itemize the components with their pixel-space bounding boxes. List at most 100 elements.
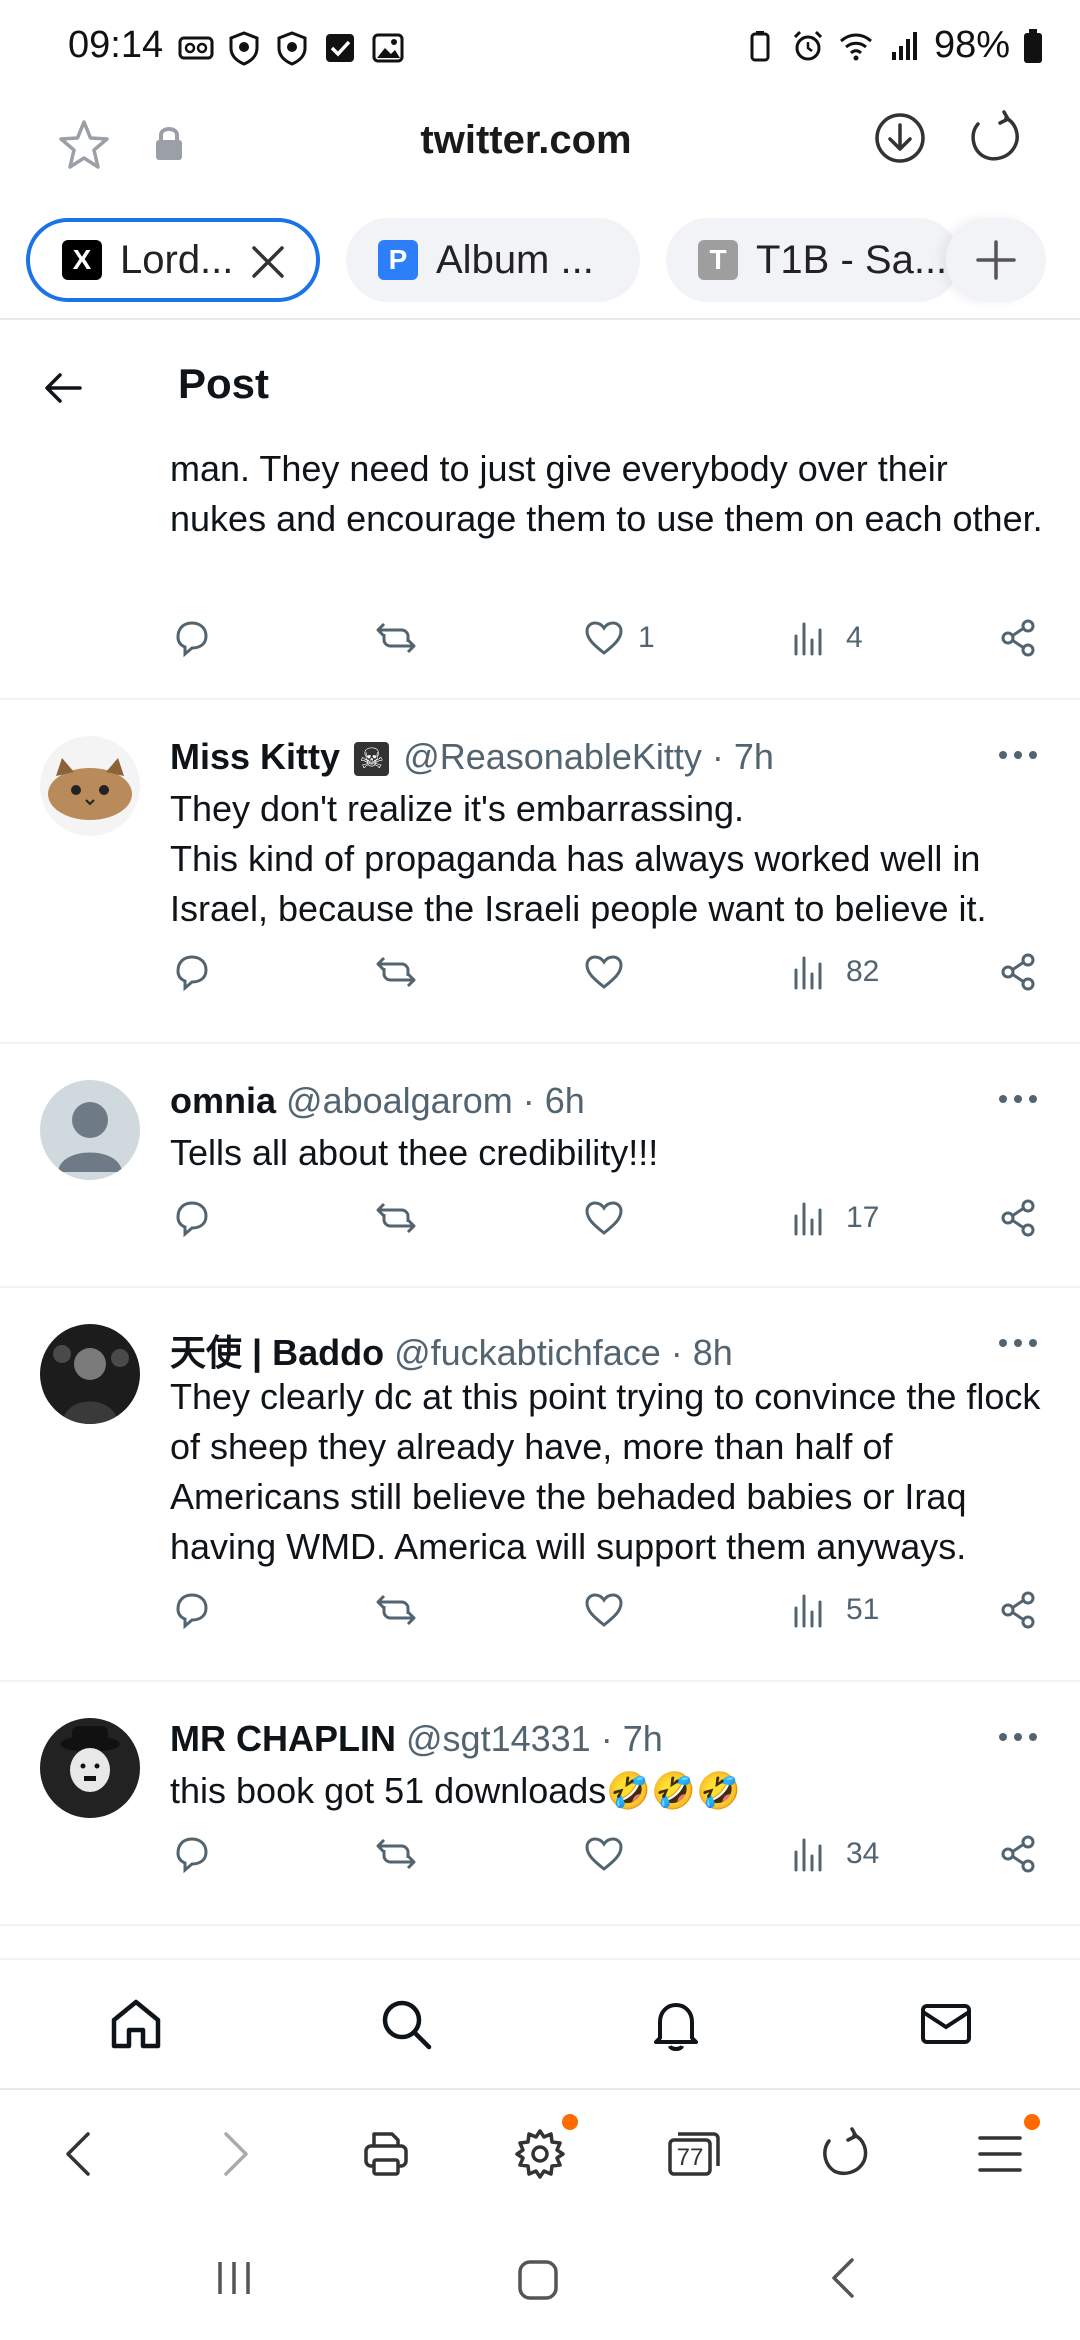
- like-button[interactable]: [582, 1196, 626, 1240]
- like-button[interactable]: 1: [582, 616, 655, 660]
- cat-avatar-icon: [48, 758, 132, 820]
- print-icon[interactable]: [358, 2126, 414, 2182]
- views-icon: [794, 1594, 822, 1628]
- tab-label: T1B - Sa...: [756, 237, 948, 282]
- author-handle[interactable]: @fuckabtichface: [394, 1332, 661, 1373]
- more-options-icon[interactable]: [998, 750, 1038, 760]
- tweet-header: omnia @aboalgarom · 6h: [170, 1080, 585, 1122]
- tab-t1b[interactable]: T T1B - Sa...: [666, 218, 960, 302]
- tab-album[interactable]: P Album ...: [346, 218, 640, 302]
- reload-icon[interactable]: [966, 108, 1026, 168]
- chaplin-avatar-icon: [40, 1718, 140, 1818]
- author-name[interactable]: 天使 | Baddo: [170, 1332, 384, 1373]
- tweet-time: · 7h: [711, 736, 774, 777]
- like-button[interactable]: [582, 1832, 626, 1876]
- avatar[interactable]: [40, 1718, 140, 1818]
- tweet-time: · 8h: [670, 1332, 733, 1373]
- tab-favicon: T: [698, 240, 738, 280]
- reply-icon: [176, 621, 208, 658]
- back-chevron-icon[interactable]: [52, 2126, 108, 2182]
- views-button[interactable]: 4: [790, 616, 863, 660]
- retweet-icon: [376, 956, 416, 988]
- home-icon[interactable]: [106, 1994, 166, 2054]
- author-handle[interactable]: @aboalgarom: [286, 1080, 513, 1121]
- views-count: 4: [846, 621, 863, 654]
- tab-switcher-button[interactable]: 77: [664, 2126, 724, 2182]
- image-icon: [372, 33, 404, 63]
- share-button[interactable]: [996, 616, 1040, 660]
- retweet-button[interactable]: [374, 1196, 418, 1240]
- share-icon: [1001, 1835, 1035, 1873]
- reload-icon[interactable]: [818, 2126, 874, 2182]
- tweet-text: Tells all about thee credibility!!!: [170, 1132, 659, 1173]
- author-handle[interactable]: @sgt14331: [406, 1718, 591, 1759]
- post-header: Post: [0, 320, 1080, 448]
- retweet-icon: [376, 622, 416, 654]
- share-button[interactable]: [996, 1588, 1040, 1632]
- tweet-text-line: This kind of propaganda has always worke…: [170, 838, 987, 929]
- recent-apps-icon[interactable]: [212, 2256, 256, 2300]
- views-count: 82: [846, 955, 880, 988]
- list-item[interactable]: MR CHAPLIN @sgt14331 · 7h this book got …: [0, 1682, 1080, 1926]
- download-icon[interactable]: [870, 108, 930, 168]
- list-item[interactable]: omnia @aboalgarom · 6h Tells all about t…: [0, 1044, 1080, 1288]
- views-button[interactable]: 51: [790, 1588, 879, 1632]
- tweet-text: man. They need to just give everybody ov…: [170, 448, 1043, 539]
- share-button[interactable]: [996, 950, 1040, 994]
- retweet-button[interactable]: [374, 616, 418, 660]
- like-button[interactable]: [582, 1588, 626, 1632]
- new-tab-button[interactable]: [946, 218, 1046, 302]
- notifications-bell-icon[interactable]: [646, 1994, 706, 2054]
- back-button-icon[interactable]: [822, 2256, 866, 2300]
- android-nav-bar: [0, 2216, 1080, 2340]
- views-icon: [794, 1202, 822, 1236]
- reply-button[interactable]: [170, 1196, 214, 1240]
- forward-chevron-icon[interactable]: [206, 2126, 262, 2182]
- more-options-icon[interactable]: [998, 1094, 1038, 1104]
- reply-button[interactable]: [170, 1588, 214, 1632]
- tweet-actions: 34: [170, 1832, 1050, 1892]
- tab-lord[interactable]: X Lord...: [26, 218, 320, 302]
- share-button[interactable]: [996, 1832, 1040, 1876]
- more-options-icon[interactable]: [998, 1338, 1038, 1348]
- home-button-icon[interactable]: [514, 2256, 562, 2304]
- close-icon[interactable]: [248, 242, 288, 282]
- more-options-icon[interactable]: [998, 1732, 1038, 1742]
- list-item[interactable]: 天使 | Baddo @fuckabtichface · 8h They cle…: [0, 1288, 1080, 1682]
- views-icon: [794, 956, 822, 990]
- avatar[interactable]: [40, 736, 140, 836]
- back-arrow-icon[interactable]: [40, 364, 88, 412]
- reply-button[interactable]: [170, 616, 214, 660]
- wifi-icon: [839, 33, 872, 60]
- search-icon[interactable]: [376, 1994, 436, 2054]
- photo-avatar-icon: [53, 1345, 129, 1424]
- avatar[interactable]: [40, 1324, 140, 1424]
- author-handle[interactable]: @ReasonableKitty: [403, 736, 702, 777]
- messages-envelope-icon[interactable]: [916, 1994, 976, 2054]
- author-name[interactable]: Miss Kitty: [170, 736, 340, 777]
- like-button[interactable]: [582, 950, 626, 994]
- views-button[interactable]: 82: [790, 950, 879, 994]
- list-item[interactable]: Miss Kitty ☠ @ReasonableKitty · 7h They …: [0, 700, 1080, 1044]
- views-count: 51: [846, 1593, 880, 1626]
- reply-button[interactable]: [170, 1832, 214, 1876]
- views-count: 34: [846, 1837, 880, 1870]
- retweet-button[interactable]: [374, 950, 418, 994]
- menu-icon[interactable]: [972, 2126, 1028, 2182]
- author-name[interactable]: omnia: [170, 1080, 276, 1121]
- avatar[interactable]: [40, 1080, 140, 1180]
- share-button[interactable]: [996, 1196, 1040, 1240]
- views-button[interactable]: 34: [790, 1832, 879, 1876]
- author-name[interactable]: MR CHAPLIN: [170, 1718, 396, 1759]
- retweet-button[interactable]: [374, 1588, 418, 1632]
- tweet-actions: 17: [170, 1196, 1050, 1256]
- reply-button[interactable]: [170, 950, 214, 994]
- settings-gear-icon[interactable]: [512, 2126, 568, 2182]
- shield-skull-icon: [277, 31, 307, 66]
- views-button[interactable]: 17: [790, 1196, 879, 1240]
- retweet-button[interactable]: [374, 1832, 418, 1876]
- status-notification-icons: [178, 30, 406, 66]
- list-item[interactable]: man. They need to just give everybody ov…: [0, 440, 1080, 700]
- tab-label: Lord...: [120, 237, 234, 282]
- tab-count: 77: [676, 2144, 704, 2171]
